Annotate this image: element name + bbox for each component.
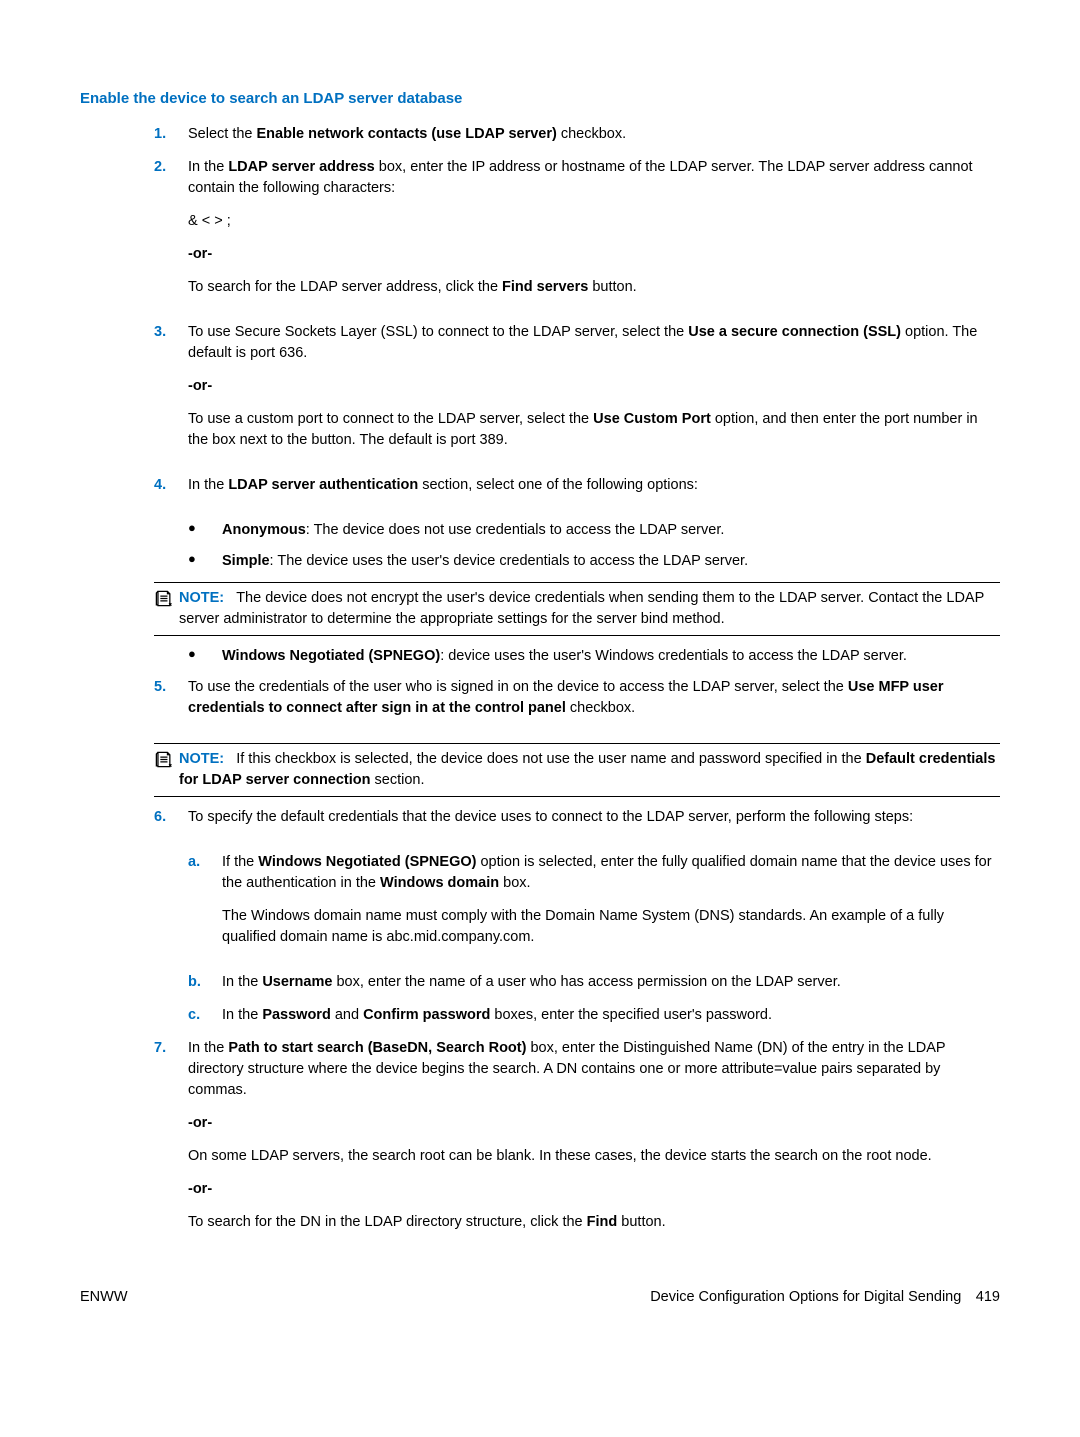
note-label: NOTE: xyxy=(179,590,224,606)
or-text: -or- xyxy=(188,244,1000,265)
note-box: NOTE: The device does not encrypt the us… xyxy=(154,582,1000,636)
step-7: 7. In the Path to start search (BaseDN, … xyxy=(154,1038,1000,1245)
step-number: 5. xyxy=(154,677,188,731)
note-text: NOTE: The device does not encrypt the us… xyxy=(179,588,1000,630)
substep-text: The Windows domain name must comply with… xyxy=(222,906,1000,948)
or-text: -or- xyxy=(188,1179,1000,1200)
bullet-anonymous: ● Anonymous: The device does not use cre… xyxy=(188,520,1000,541)
bullet-marker: ● xyxy=(188,551,222,572)
step-body: To use Secure Sockets Layer (SSL) to con… xyxy=(188,322,1000,463)
or-bold: -or- xyxy=(188,378,212,394)
substep-letter: b. xyxy=(188,972,222,993)
step-1: 1. Select the Enable network contacts (u… xyxy=(154,124,1000,145)
step-number: 2. xyxy=(154,157,188,310)
section-heading: Enable the device to search an LDAP serv… xyxy=(80,88,1000,110)
step-body: To specify the default credentials that … xyxy=(188,807,1000,840)
substep-body: In the Username box, enter the name of a… xyxy=(222,972,1000,993)
or-bold: -or- xyxy=(188,246,212,262)
step-text: To specify the default credentials that … xyxy=(188,807,1000,828)
step-text: To use the credentials of the user who i… xyxy=(188,677,1000,719)
step-text: On some LDAP servers, the search root ca… xyxy=(188,1146,1000,1167)
page-footer: ENWW Device Configuration Options for Di… xyxy=(80,1287,1000,1308)
substep-letter: c. xyxy=(188,1005,222,1026)
substep-body: If the Windows Negotiated (SPNEGO) optio… xyxy=(222,852,1000,960)
bullet-text: Windows Negotiated (SPNEGO): device uses… xyxy=(222,646,1000,667)
step-body: To use the credentials of the user who i… xyxy=(188,677,1000,731)
or-text: -or- xyxy=(188,376,1000,397)
bullet-simple: ● Simple: The device uses the user's dev… xyxy=(188,551,1000,572)
note-label: NOTE: xyxy=(179,751,224,767)
bullet-text: Simple: The device uses the user's devic… xyxy=(222,551,1000,572)
or-bold: -or- xyxy=(188,1181,212,1197)
substep-letter: a. xyxy=(188,852,222,960)
step-number: 6. xyxy=(154,807,188,840)
bullet-marker: ● xyxy=(188,520,222,541)
note-box: NOTE: If this checkbox is selected, the … xyxy=(154,743,1000,797)
substep-b: b. In the Username box, enter the name o… xyxy=(188,972,1000,993)
note-icon xyxy=(154,750,173,769)
step-number: 7. xyxy=(154,1038,188,1245)
step-body: In the LDAP server authentication sectio… xyxy=(188,475,1000,508)
substep-body: In the Password and Confirm password box… xyxy=(222,1005,1000,1026)
step-body: In the Path to start search (BaseDN, Sea… xyxy=(188,1038,1000,1245)
step-5: 5. To use the credentials of the user wh… xyxy=(154,677,1000,731)
step-4: 4. In the LDAP server authentication sec… xyxy=(154,475,1000,508)
step-text: To search for the LDAP server address, c… xyxy=(188,277,1000,298)
step-2: 2. In the LDAP server address box, enter… xyxy=(154,157,1000,310)
code-chars: & < > ; xyxy=(188,211,1000,232)
substep-a: a. If the Windows Negotiated (SPNEGO) op… xyxy=(188,852,1000,960)
step-6: 6. To specify the default credentials th… xyxy=(154,807,1000,840)
step-body: Select the Enable network contacts (use … xyxy=(188,124,1000,145)
step-text: In the Path to start search (BaseDN, Sea… xyxy=(188,1038,1000,1101)
note-icon xyxy=(154,589,173,608)
or-bold: -or- xyxy=(188,1115,212,1131)
note-body: If this checkbox is selected, the device… xyxy=(179,751,995,788)
step-text: In the LDAP server authentication sectio… xyxy=(188,475,1000,496)
bullet-marker: ● xyxy=(188,646,222,667)
step-body: In the LDAP server address box, enter th… xyxy=(188,157,1000,310)
step-3: 3. To use Secure Sockets Layer (SSL) to … xyxy=(154,322,1000,463)
bullet-text: Anonymous: The device does not use crede… xyxy=(222,520,1000,541)
step-number: 3. xyxy=(154,322,188,463)
step-text: In the LDAP server address box, enter th… xyxy=(188,157,1000,199)
step-number: 1. xyxy=(154,124,188,145)
or-text: -or- xyxy=(188,1113,1000,1134)
footer-right: Device Configuration Options for Digital… xyxy=(650,1287,1000,1308)
content-block: 1. Select the Enable network contacts (u… xyxy=(154,124,1000,1246)
note-body: The device does not encrypt the user's d… xyxy=(179,590,984,627)
step-text: To use a custom port to connect to the L… xyxy=(188,409,1000,451)
footer-left: ENWW xyxy=(80,1287,128,1308)
substep-c: c. In the Password and Confirm password … xyxy=(188,1005,1000,1026)
step-number: 4. xyxy=(154,475,188,508)
step-text: To search for the DN in the LDAP directo… xyxy=(188,1212,1000,1233)
bullet-spnego: ● Windows Negotiated (SPNEGO): device us… xyxy=(188,646,1000,667)
substep-text: If the Windows Negotiated (SPNEGO) optio… xyxy=(222,852,1000,894)
step-text: To use Secure Sockets Layer (SSL) to con… xyxy=(188,322,1000,364)
note-text: NOTE: If this checkbox is selected, the … xyxy=(179,749,1000,791)
